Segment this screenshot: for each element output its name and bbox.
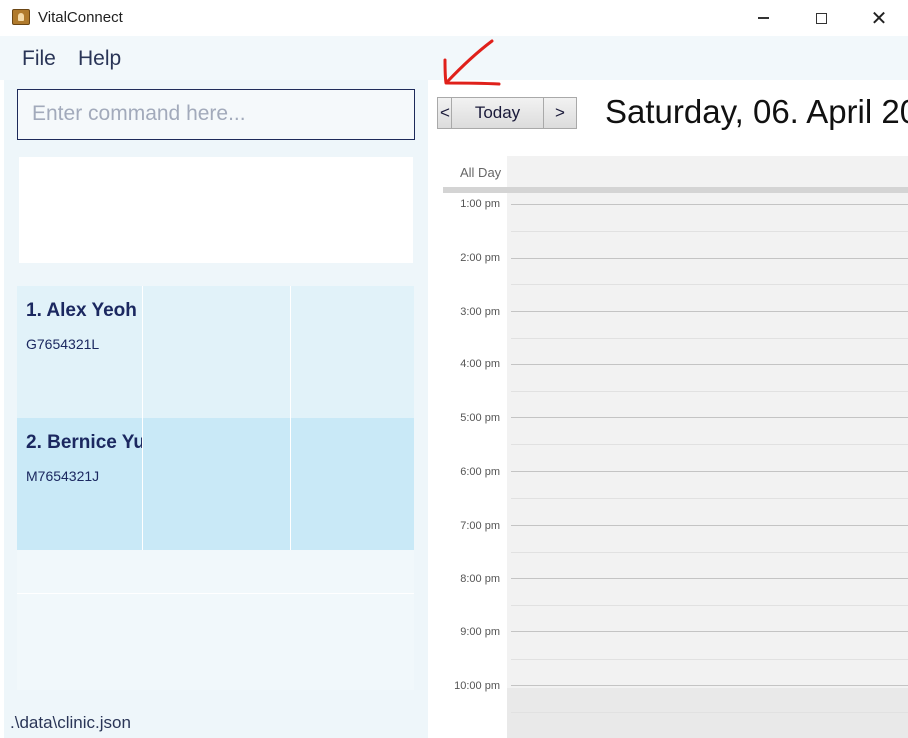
close-icon: ✕ [870,6,888,30]
person-name: 1. Alex Yeoh [26,300,137,321]
day-grid[interactable] [507,156,908,738]
command-box[interactable] [17,89,415,140]
person-list[interactable]: 1. Alex Yeoh G7654321L 2. Bernice Yu M76… [17,286,414,690]
all-day-divider [443,187,908,193]
hour-label: 8:00 pm [460,573,500,585]
date-title: Saturday, 06. April 2024 [605,93,908,130]
status-file-path: .\data\clinic.json [10,713,131,732]
hour-line [511,311,908,312]
person-id: G7654321L [26,336,100,352]
hour-label: 4:00 pm [460,358,500,370]
hour-label: 3:00 pm [460,306,500,318]
prev-day-button[interactable]: < [437,97,452,129]
next-day-button[interactable]: > [543,97,577,129]
hour-line [511,631,908,632]
column-divider [290,418,291,550]
half-hour-line [511,498,908,499]
today-button[interactable]: Today [451,97,544,129]
hour-label: 2:00 pm [460,252,500,264]
menu-file[interactable]: File [22,47,56,71]
half-hour-line [511,552,908,553]
column-divider [290,286,291,418]
person-card[interactable]: 2. Bernice Yu M7654321J [17,418,414,550]
half-hour-line [511,659,908,660]
close-button[interactable]: ✕ [850,0,908,36]
person-id: M7654321J [26,468,100,484]
hour-label: 6:00 pm [460,466,500,478]
hour-line [511,525,908,526]
person-card[interactable]: 1. Alex Yeoh G7654321L [17,286,414,418]
hour-line [511,685,908,686]
annotation-arrow-icon [443,39,501,86]
minimize-icon [757,17,769,19]
list-divider [17,593,414,594]
hour-line [511,578,908,579]
hour-label: 5:00 pm [460,412,500,424]
half-hour-line [511,444,908,445]
address-book-icon [12,9,30,25]
maximize-button[interactable] [792,0,850,36]
column-divider [142,286,143,418]
person-card-info: 1. Alex Yeoh G7654321L [17,286,142,418]
hour-line [511,417,908,418]
hour-line [511,258,908,259]
menu-help[interactable]: Help [78,47,121,71]
maximize-icon [815,12,827,24]
half-hour-line [511,284,908,285]
date-title-container: Saturday, 06. April 2024 [600,88,908,136]
hour-line [511,364,908,365]
half-hour-line [511,391,908,392]
hour-label: 9:00 pm [460,626,500,638]
all-day-label: All Day [460,165,502,180]
minimize-button[interactable] [734,0,792,36]
half-hour-line [511,605,908,606]
hour-line [511,204,908,205]
half-hour-line [511,338,908,339]
hour-line [511,471,908,472]
hour-label: 10:00 pm [454,680,500,692]
title-bar: VitalConnect ✕ [0,0,908,36]
person-name: 2. Bernice Yu [26,432,142,453]
result-display [19,157,413,263]
time-label-column [443,156,507,738]
command-input[interactable] [32,102,392,126]
hour-label: 7:00 pm [460,520,500,532]
day-grid-night [507,688,908,738]
person-card-info: 2. Bernice Yu M7654321J [17,418,142,550]
half-hour-line [511,712,908,713]
column-divider [142,418,143,550]
window-title: VitalConnect [38,9,123,26]
half-hour-line [511,231,908,232]
hour-label: 1:00 pm [460,198,500,210]
